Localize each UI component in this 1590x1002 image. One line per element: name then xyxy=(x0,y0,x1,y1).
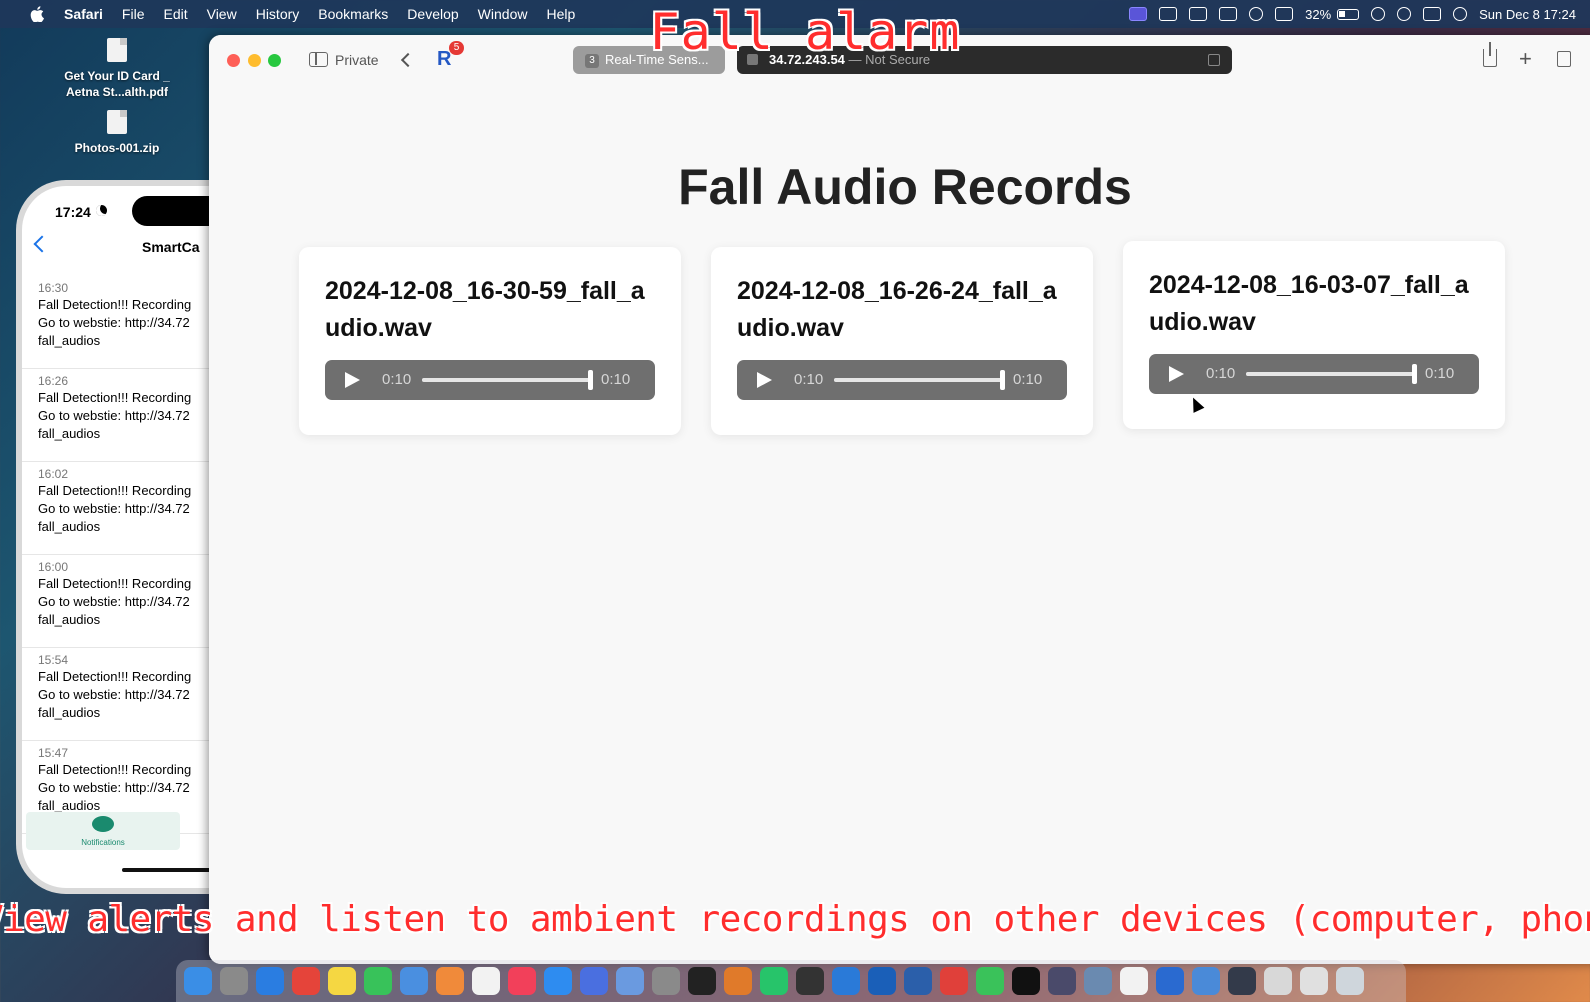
audio-card: 2024-12-08_16-30-59_fall_audio.wav 0:10 … xyxy=(299,247,681,435)
wechat-icon[interactable] xyxy=(976,967,1004,995)
finder-icon[interactable] xyxy=(184,967,212,995)
audio-filename: 2024-12-08_16-03-07_fall_audio.wav xyxy=(1149,271,1469,336)
chat-bubble-icon xyxy=(92,816,114,832)
seek-bar[interactable] xyxy=(834,370,1005,390)
tab-label: Notifications xyxy=(81,838,125,847)
audio-player[interactable]: 0:10 0:10 xyxy=(737,360,1067,400)
obs-icon[interactable] xyxy=(1228,967,1256,995)
app-store-icon[interactable] xyxy=(544,967,572,995)
safari-icon[interactable] xyxy=(256,967,284,995)
desktop-file-zip[interactable]: Photos-001.zip xyxy=(52,110,182,156)
page-title: Fall Audio Records xyxy=(678,159,1132,215)
vscode-icon[interactable] xyxy=(832,967,860,995)
trash-icon[interactable] xyxy=(1336,967,1364,995)
phone-clock: 17:24 xyxy=(55,204,91,220)
r-icon[interactable] xyxy=(1156,967,1184,995)
audio-player[interactable]: 0:10 0:10 xyxy=(1149,354,1479,394)
duration: 0:10 xyxy=(1425,365,1455,382)
seek-handle[interactable] xyxy=(1412,364,1417,384)
audio-player[interactable]: 0:10 0:10 xyxy=(325,360,655,400)
focus-moon-icon xyxy=(96,205,107,216)
audio-card: 2024-12-08_16-26-24_fall_audio.wav 0:10 … xyxy=(711,247,1093,435)
reminders-icon[interactable] xyxy=(472,967,500,995)
video-title-overlay: Fall alarm xyxy=(649,3,961,61)
video-caption-overlay: View alerts and listen to ambient record… xyxy=(0,899,1590,940)
play-icon[interactable] xyxy=(1169,366,1184,382)
duration: 0:10 xyxy=(1013,371,1043,388)
seek-handle[interactable] xyxy=(1000,370,1005,390)
x-icon[interactable] xyxy=(1012,967,1040,995)
chrome-icon[interactable] xyxy=(292,967,320,995)
quicktime-icon[interactable] xyxy=(1048,967,1076,995)
pycharm-icon[interactable] xyxy=(760,967,788,995)
terminal-icon[interactable] xyxy=(688,967,716,995)
pencil-icon[interactable] xyxy=(1264,967,1292,995)
screen-icon[interactable] xyxy=(1084,967,1112,995)
system-settings-icon[interactable] xyxy=(652,967,680,995)
seek-fill xyxy=(422,378,590,382)
rstudio-icon[interactable] xyxy=(1192,967,1220,995)
cat-app-icon[interactable] xyxy=(616,967,644,995)
outlook-icon[interactable] xyxy=(868,967,896,995)
seek-bar[interactable] xyxy=(1246,364,1417,384)
audio-filename: 2024-12-08_16-30-59_fall_audio.wav xyxy=(325,277,645,342)
desktop-file-label: Get Your ID Card _ Aetna St...alth.pdf xyxy=(64,69,170,99)
music-icon[interactable] xyxy=(508,967,536,995)
phone-app-title: SmartCa xyxy=(142,239,200,255)
dock xyxy=(176,960,1406,1002)
chevron-left-icon[interactable] xyxy=(33,235,51,253)
zip-file-icon xyxy=(107,110,127,134)
unity-icon[interactable] xyxy=(796,967,824,995)
current-time: 0:10 xyxy=(794,371,824,388)
page-content: Fall Audio Records 2024-12-08_16-30-59_f… xyxy=(209,87,1590,964)
current-time: 0:10 xyxy=(382,371,412,388)
mail-icon[interactable] xyxy=(400,967,428,995)
photos-icon[interactable] xyxy=(436,967,464,995)
launchpad-icon[interactable] xyxy=(220,967,248,995)
messages-icon[interactable] xyxy=(364,967,392,995)
play-icon[interactable] xyxy=(757,372,772,388)
seek-bar[interactable] xyxy=(422,370,593,390)
current-time: 0:10 xyxy=(1206,365,1236,382)
tab-notifications[interactable]: Notifications xyxy=(26,812,180,850)
keyboard-icon[interactable] xyxy=(1300,967,1328,995)
audio-card: 2024-12-08_16-03-07_fall_audio.wav 0:10 … xyxy=(1123,241,1505,429)
duration: 0:10 xyxy=(601,371,631,388)
wps-icon[interactable] xyxy=(940,967,968,995)
audio-filename: 2024-12-08_16-26-24_fall_audio.wav xyxy=(737,277,1057,342)
notes-icon[interactable] xyxy=(328,967,356,995)
word-icon[interactable] xyxy=(904,967,932,995)
seek-handle[interactable] xyxy=(588,370,593,390)
play-icon[interactable] xyxy=(345,372,360,388)
seek-fill xyxy=(1246,372,1414,376)
qq-icon[interactable] xyxy=(580,967,608,995)
desktop-file-label: Photos-001.zip xyxy=(74,141,160,155)
chatgpt-icon[interactable] xyxy=(1120,967,1148,995)
safari-window: Private R 5 3 Real-Time Sens... 34.72.243… xyxy=(209,35,1590,964)
matlab-icon[interactable] xyxy=(724,967,752,995)
seek-fill xyxy=(834,378,1002,382)
